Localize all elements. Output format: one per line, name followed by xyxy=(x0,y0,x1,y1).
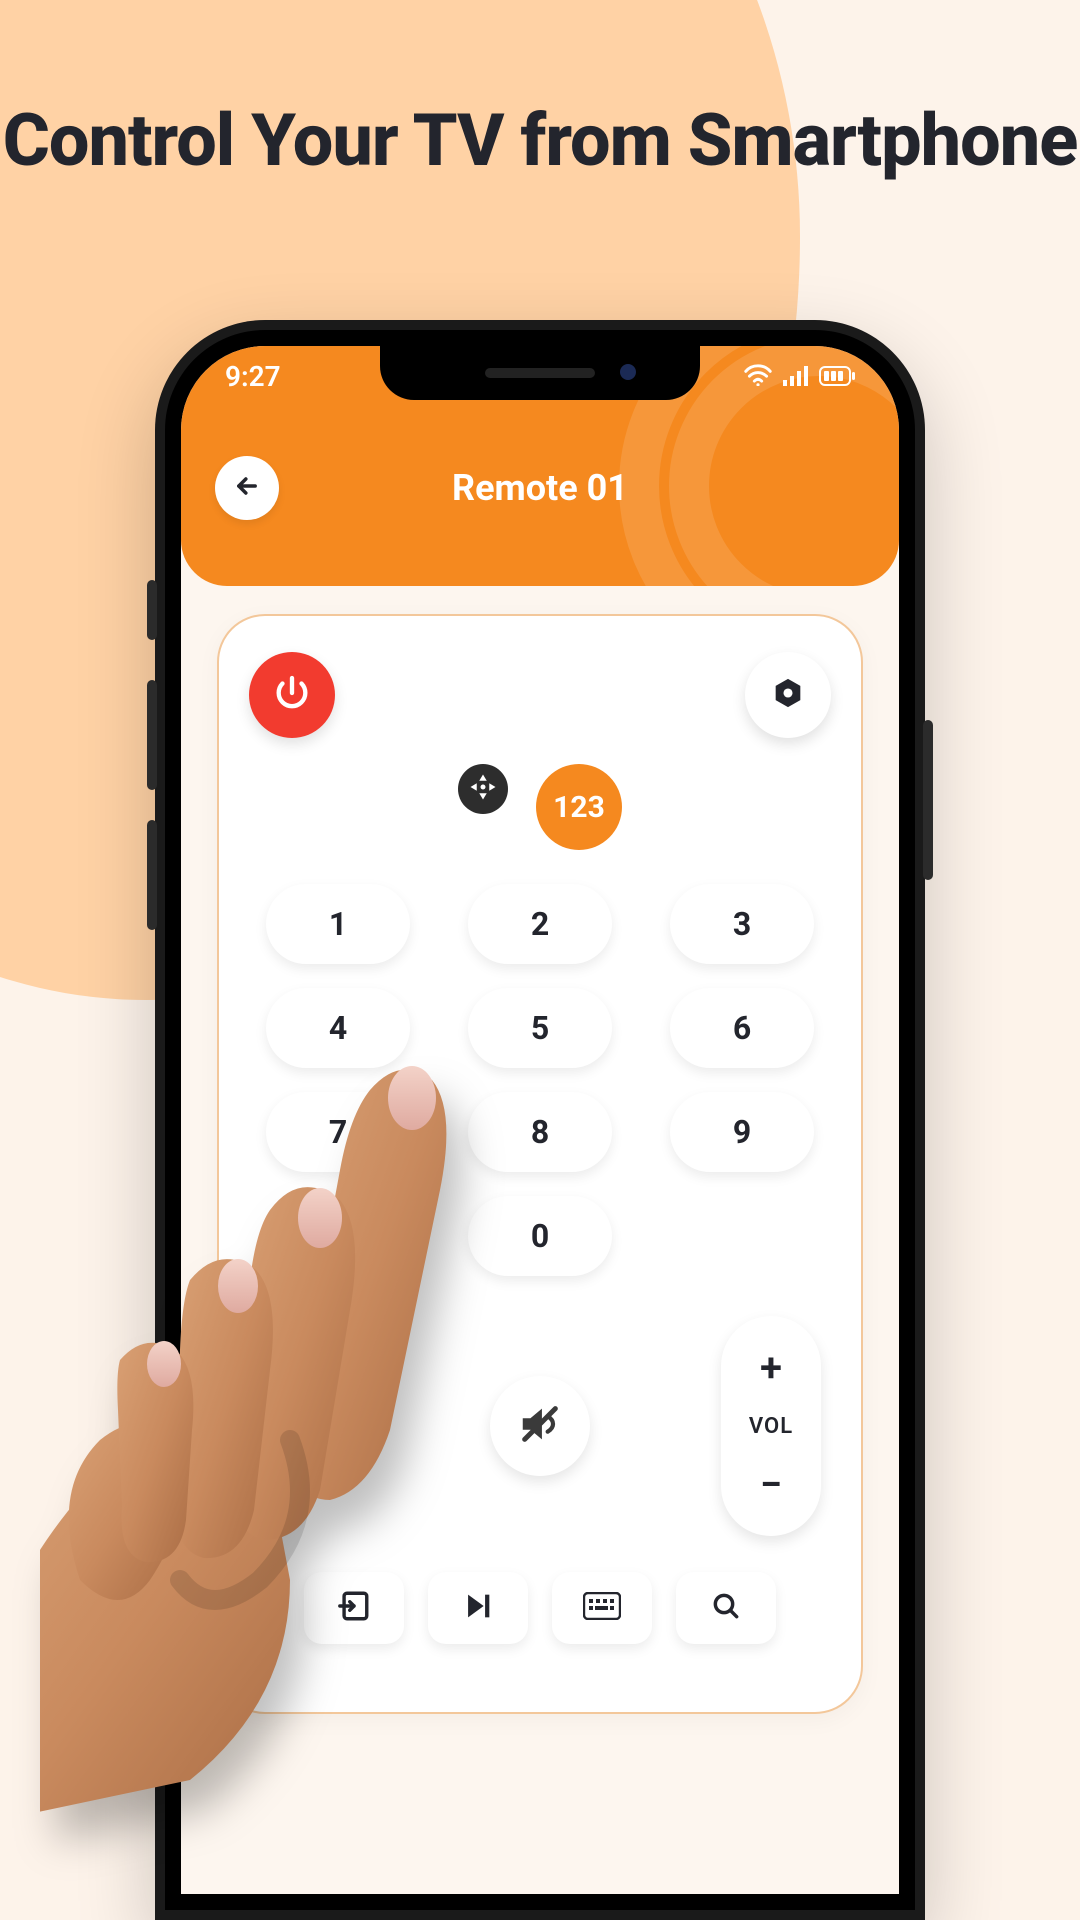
key-label: 7 xyxy=(329,1113,347,1151)
remote-panel: 123 1 2 3 4 5 6 7 8 9 0 + CH − xyxy=(217,614,863,1714)
search-icon xyxy=(710,1590,742,1626)
dpad-icon xyxy=(468,772,498,806)
skip-next-icon xyxy=(461,1589,495,1627)
promo-headline: Control Your TV from Smartphone xyxy=(0,0,1080,183)
volume-down[interactable]: − xyxy=(760,1461,782,1508)
volume-label: VOL xyxy=(749,1414,793,1439)
mute-icon xyxy=(517,1401,563,1451)
keyboard-button[interactable] xyxy=(552,1572,652,1644)
mute-button[interactable] xyxy=(490,1376,590,1476)
battery-icon xyxy=(819,360,855,393)
settings-button[interactable] xyxy=(745,652,831,738)
volume-up[interactable]: + xyxy=(760,1344,782,1391)
key-label: 9 xyxy=(733,1113,751,1151)
keyboard-icon xyxy=(583,1592,621,1624)
key-label: 3 xyxy=(733,905,751,943)
power-button[interactable] xyxy=(249,652,335,738)
key-label: 6 xyxy=(733,1009,751,1047)
key-0[interactable]: 0 xyxy=(468,1196,612,1276)
key-2[interactable]: 2 xyxy=(468,884,612,964)
play-next-button[interactable] xyxy=(428,1572,528,1644)
page-title: Remote 01 xyxy=(215,467,865,509)
key-4[interactable]: 4 xyxy=(266,988,410,1068)
wifi-icon xyxy=(743,360,773,393)
search-button[interactable] xyxy=(676,1572,776,1644)
phone-mockup: 9:27 xyxy=(155,320,925,1920)
cellular-icon xyxy=(783,360,809,393)
power-icon xyxy=(272,673,312,717)
phone-notch xyxy=(380,346,700,400)
key-1[interactable]: 1 xyxy=(266,884,410,964)
phone-screen: 9:27 xyxy=(181,346,899,1894)
key-label: 4 xyxy=(329,1009,347,1047)
phone-side-button xyxy=(147,680,157,790)
key-label: 0 xyxy=(531,1217,549,1255)
volume-rocker[interactable]: + VOL − xyxy=(721,1316,821,1536)
number-keypad: 1 2 3 4 5 6 7 8 9 0 xyxy=(249,884,831,1276)
phone-side-button xyxy=(147,820,157,930)
input-source-button[interactable] xyxy=(304,1572,404,1644)
numpad-mode-button[interactable]: 123 xyxy=(536,764,622,850)
numpad-mode-label: 123 xyxy=(553,790,605,825)
key-label: 1 xyxy=(329,905,347,943)
key-label: 5 xyxy=(531,1009,549,1047)
phone-side-button xyxy=(147,580,157,640)
gear-icon xyxy=(771,676,805,714)
key-9[interactable]: 9 xyxy=(670,1092,814,1172)
key-7[interactable]: 7 xyxy=(266,1092,410,1172)
phone-side-button xyxy=(923,720,933,880)
key-6[interactable]: 6 xyxy=(670,988,814,1068)
key-label: 2 xyxy=(531,905,549,943)
key-5[interactable]: 5 xyxy=(468,988,612,1068)
status-time: 9:27 xyxy=(225,360,281,393)
dpad-mode-button[interactable] xyxy=(458,764,508,814)
key-8[interactable]: 8 xyxy=(468,1092,612,1172)
key-3[interactable]: 3 xyxy=(670,884,814,964)
input-icon xyxy=(337,1589,371,1627)
key-label: 8 xyxy=(531,1113,549,1151)
status-icons xyxy=(743,360,855,393)
